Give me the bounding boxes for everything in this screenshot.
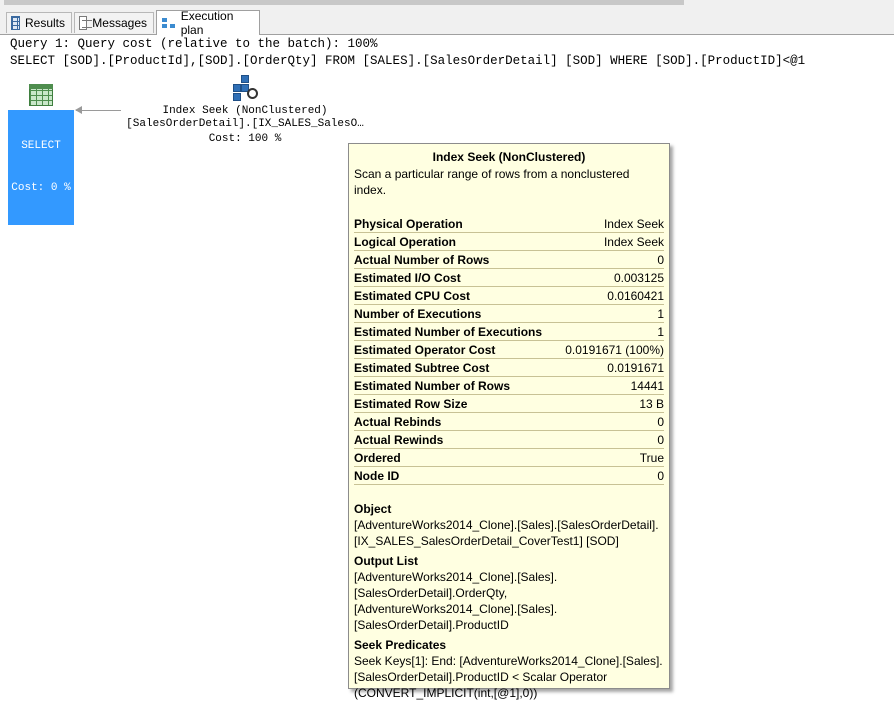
property-value: 0 — [657, 415, 664, 429]
execution-plan-icon — [161, 16, 176, 30]
tab-messages[interactable]: Messages — [74, 12, 154, 33]
property-value: 0 — [657, 433, 664, 447]
select-operator-icon — [29, 84, 53, 106]
property-value: 0.0191671 — [607, 361, 664, 375]
property-row: Estimated CPU Cost 0.0160421 — [354, 288, 664, 305]
operator-tooltip: Index Seek (NonClustered) Scan a particu… — [348, 143, 670, 700]
output-line: [SalesOrderDetail].ProductID — [354, 618, 509, 632]
property-name: Estimated Number of Executions — [354, 325, 543, 339]
seek-line: Seek Keys[1]: End: [AdventureWorks2014_C… — [354, 654, 663, 668]
grid-icon — [11, 16, 20, 30]
property-value: True — [639, 451, 664, 465]
query-sql-line: SELECT [SOD].[ProductId],[SOD].[OrderQty… — [10, 54, 806, 68]
select-node-label: SELECT Cost: 0 % — [8, 110, 74, 225]
seek-node-cost: Cost: 100 % — [208, 133, 282, 145]
tab-results[interactable]: Results — [6, 12, 72, 33]
output-line: [AdventureWorks2014_Clone].[Sales]. — [354, 570, 558, 584]
index-seek-icon — [232, 75, 258, 101]
property-name: Node ID — [354, 469, 400, 483]
property-name: Logical Operation — [354, 235, 457, 249]
property-row: Number of Executions 1 — [354, 306, 664, 323]
property-value: 0.0191671 (100%) — [565, 343, 664, 357]
property-value: 0 — [657, 253, 664, 267]
property-name: Number of Executions — [354, 307, 482, 321]
property-name: Actual Rewinds — [354, 433, 444, 447]
property-name: Ordered — [354, 451, 401, 465]
property-name: Estimated Number of Rows — [354, 379, 511, 393]
seek-heading: Seek Predicates — [354, 638, 447, 652]
seek-line: [SalesOrderDetail].ProductID < Scalar Op… — [354, 670, 608, 684]
property-row: Estimated Number of Rows 14441 — [354, 378, 664, 395]
tooltip-output-section: Output List [AdventureWorks2014_Clone].[… — [354, 553, 664, 633]
object-line: [AdventureWorks2014_Clone].[Sales].[Sale… — [354, 518, 659, 532]
seek-line: (CONVERT_IMPLICIT(int,[@1],0)) — [354, 686, 538, 700]
tooltip-object-section: Object [AdventureWorks2014_Clone].[Sales… — [354, 501, 664, 549]
seek-node-name: Index Seek (NonClustered) — [162, 105, 328, 117]
property-row: Logical Operation Index Seek — [354, 234, 664, 251]
property-value: 14441 — [630, 379, 664, 393]
property-value: Index Seek — [603, 235, 664, 249]
tooltip-properties: Physical Operation Index Seek Logical Ope… — [354, 216, 664, 485]
property-row: Estimated Subtree Cost 0.0191671 — [354, 360, 664, 377]
tab-messages-label: Messages — [92, 16, 147, 30]
plan-arrow — [75, 106, 121, 114]
property-value: Index Seek — [603, 217, 664, 231]
property-value: 1 — [657, 325, 664, 339]
output-heading: Output List — [354, 554, 418, 568]
property-name: Actual Number of Rows — [354, 253, 490, 267]
property-name: Actual Rebinds — [354, 415, 442, 429]
property-row: Node ID 0 — [354, 468, 664, 485]
object-heading: Object — [354, 502, 392, 516]
property-name: Estimated I/O Cost — [354, 271, 461, 285]
property-row: Actual Rebinds 0 — [354, 414, 664, 431]
scrollbar-thumb[interactable] — [4, 0, 684, 5]
property-value: 1 — [657, 307, 664, 321]
property-row: Actual Number of Rows 0 — [354, 252, 664, 269]
horizontal-scrollbar[interactable] — [0, 0, 894, 7]
plan-node-index-seek[interactable]: Index Seek (NonClustered) [SalesOrderDet… — [120, 75, 370, 146]
property-value: 0.003125 — [613, 271, 664, 285]
property-name: Estimated Row Size — [354, 397, 468, 411]
property-row: Ordered True — [354, 450, 664, 467]
property-name: Physical Operation — [354, 217, 463, 231]
tab-execution-plan[interactable]: Execution plan — [156, 9, 260, 37]
property-row: Estimated Number of Executions 1 — [354, 324, 664, 341]
select-node-cost: Cost: 0 % — [11, 182, 71, 194]
property-row: Actual Rewinds 0 — [354, 432, 664, 449]
object-line: [IX_SALES_SalesOrderDetail_CoverTest1] [… — [354, 534, 619, 548]
property-value: 0.0160421 — [607, 289, 664, 303]
property-name: Estimated Operator Cost — [354, 343, 496, 357]
tab-execution-plan-label: Execution plan — [180, 9, 234, 37]
property-row: Estimated I/O Cost 0.003125 — [354, 270, 664, 287]
property-value: 0 — [657, 469, 664, 483]
messages-icon — [79, 16, 93, 30]
output-line: [SalesOrderDetail].OrderQty, — [354, 586, 508, 600]
seek-node-object: [SalesOrderDetail].[IX_SALES_SalesO… — [126, 118, 364, 130]
tooltip-title: Index Seek (NonClustered) — [432, 150, 586, 164]
query-cost-line: Query 1: Query cost (relative to the bat… — [10, 37, 378, 51]
tooltip-description: Scan a particular range of rows from a n… — [354, 167, 630, 197]
property-name: Estimated CPU Cost — [354, 289, 471, 303]
property-row: Estimated Operator Cost 0.0191671 (100%) — [354, 342, 664, 359]
result-tabs: Results Messages Execution plan — [0, 7, 894, 37]
select-node-name: SELECT — [21, 140, 61, 152]
tab-results-label: Results — [24, 16, 65, 30]
output-line: [AdventureWorks2014_Clone].[Sales]. — [354, 602, 558, 616]
plan-node-select[interactable]: SELECT Cost: 0 % — [8, 80, 74, 225]
property-name: Estimated Subtree Cost — [354, 361, 490, 375]
property-row: Physical Operation Index Seek — [354, 216, 664, 233]
property-row: Estimated Row Size 13 B — [354, 396, 664, 413]
tooltip-seek-section: Seek Predicates Seek Keys[1]: End: [Adve… — [354, 637, 664, 701]
property-value: 13 B — [639, 397, 664, 411]
